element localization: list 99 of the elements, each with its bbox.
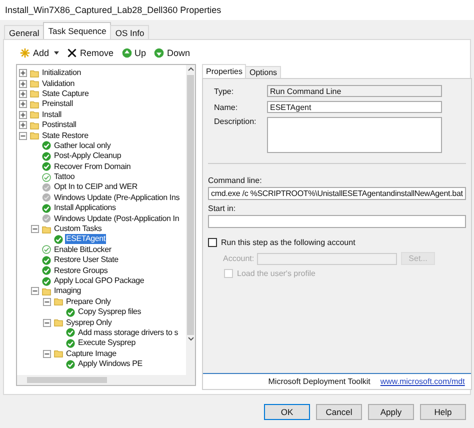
tree-item[interactable]: Windows Update (Post-Application In [53,214,180,224]
tree-item[interactable]: Copy Sysprep files [77,307,142,318]
check-icon [42,276,51,286]
tree-item[interactable]: Prepare Only [65,296,112,307]
tree-item[interactable]: Install [41,110,62,120]
toolbar-button[interactable]: Add [20,48,60,58]
checkbox[interactable] [208,238,217,247]
folder-icon [42,224,51,234]
field-label: Start in: [208,204,237,213]
expand-icon[interactable] [19,69,27,78]
check-icon [42,152,51,161]
tree-item[interactable]: Sysprep Only [65,318,113,328]
check-icon [66,338,75,348]
disabled-step-icon [42,193,51,202]
expand-icon[interactable] [19,121,27,130]
folder-icon [54,318,63,328]
field-label: Command line: [208,176,263,185]
expand-icon[interactable] [19,80,27,88]
start-in-field[interactable] [208,215,466,228]
collapse-icon[interactable] [43,350,51,358]
collapse-icon[interactable] [19,132,27,140]
window-title: Install_Win7X86_Captured_Lab28_Dell360 Properties [5,5,222,15]
dialog-button[interactable]: OK [264,404,310,420]
tree-item[interactable]: State Capture [41,88,90,99]
remove-icon [67,48,78,58]
horizontal-scrollbar[interactable] [17,375,195,385]
expand-icon[interactable] [19,100,27,108]
tree-item[interactable]: Imaging [53,286,82,296]
name-field[interactable]: ESETAgent [267,101,442,113]
command-line-field[interactable]: cmd.exe /c %SCRIPTROOT%\UnistallESETAgentandinstallNewAgent.bat [208,187,466,200]
tab[interactable]: Task Sequence [43,22,112,39]
check-icon [42,266,51,276]
account-field[interactable] [257,252,397,264]
toolbar-button[interactable]: Remove [67,48,114,58]
tree-item[interactable]: Postinstall [41,120,78,130]
type-field: Run Command Line [267,85,442,97]
tree-item[interactable]: Gather local only [53,140,112,151]
dialog-button[interactable]: Help [420,404,466,420]
check-icon [66,308,75,317]
tree-item[interactable]: Initialization [41,68,82,78]
tree-item[interactable]: Execute Sysprep [77,338,136,348]
vertical-scrollbar[interactable] [186,65,195,375]
website-link[interactable]: www.microsoft.com/mdt [380,377,465,386]
caret-icon [54,51,60,55]
tree-item[interactable]: Recover From Domain [53,162,132,172]
tree-item[interactable]: Add mass storage drivers to s [77,328,180,338]
folder-icon [54,349,63,358]
field-label: Account: [223,254,253,263]
expand-icon[interactable] [19,110,27,119]
tree-item[interactable]: Tattoo [53,172,76,182]
disabled-step-icon [42,182,51,192]
toolbar-button[interactable]: Up [122,48,146,58]
footer-text: Microsoft Deployment Toolkit [268,377,370,386]
scroll-up-icon[interactable] [188,67,194,71]
field-label: Type: [213,86,235,96]
collapse-icon[interactable] [43,298,51,306]
tree-item[interactable]: Restore User State [53,255,120,266]
toolbar-button[interactable]: Down [154,48,190,58]
check-icon [42,141,51,150]
tree-item[interactable]: Enable BitLocker [53,244,112,255]
tree-item[interactable]: State Restore [41,130,90,141]
checkbox-label: Load the user's profile [237,269,316,278]
disabled-step-icon [42,214,51,224]
collapse-icon[interactable] [31,287,39,296]
tree-item[interactable]: Capture Image [65,348,118,359]
tree-item[interactable]: Apply Local GPO Package [53,276,146,286]
scroll-down-icon[interactable] [188,337,194,341]
field-label: Name: [213,102,239,112]
tree-item[interactable]: Windows Update (Pre-Application Ins [53,192,181,203]
description-field[interactable] [267,117,442,153]
tree-item[interactable]: ESETAgent [65,234,106,244]
tree-item[interactable]: Apply Windows PE [77,359,144,370]
check-icon [42,245,51,254]
checkbox-label: Run this step as the following account [221,238,356,247]
check-icon [66,360,75,369]
collapse-icon[interactable] [43,318,51,327]
tree-item[interactable]: Opt In to CEIP and WER [53,182,138,192]
check-icon [66,328,75,338]
tree-item[interactable]: Install Applications [53,203,117,214]
check-icon [54,234,63,244]
check-icon [42,172,51,182]
collapse-icon[interactable] [31,225,39,234]
dialog-button[interactable]: Apply [368,404,414,420]
tab[interactable]: Options [245,66,282,78]
tree-item[interactable]: Preinstall [41,99,74,110]
tree-item[interactable]: Restore Groups [53,266,109,276]
tab[interactable]: General [4,25,44,39]
tree-item[interactable]: Validation [41,78,76,89]
tree-item[interactable]: Post-Apply Cleanup [53,151,122,162]
tab[interactable]: OS Info [110,25,150,39]
dialog-button[interactable]: Cancel [316,404,362,420]
field-label: Description: [213,117,258,126]
check-icon [42,162,51,172]
tree-item[interactable]: Custom Tasks [53,224,103,234]
check-icon [42,204,51,213]
check-icon [42,256,51,265]
expand-icon[interactable] [19,90,27,98]
tab[interactable]: Properties [202,64,246,78]
star-icon [20,48,30,58]
